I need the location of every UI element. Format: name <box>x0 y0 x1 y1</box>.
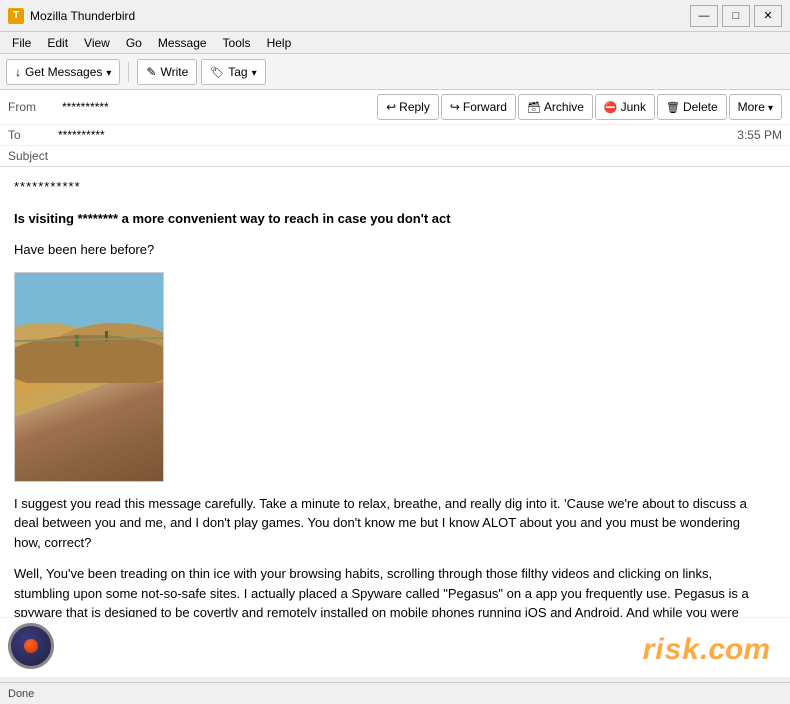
menu-message[interactable]: Message <box>150 34 215 52</box>
forward-button[interactable]: Forward <box>441 94 516 120</box>
email-body: *********** Is visiting ******** a more … <box>14 177 754 617</box>
email-para2: Well, You've been treading on thin ice w… <box>14 564 754 617</box>
toolbar-separator-1 <box>128 62 129 82</box>
email-actions-row: From ********** Reply Forward Archive Ju… <box>0 90 790 125</box>
email-stars: *********** <box>14 177 754 197</box>
minimize-button[interactable]: — <box>690 5 718 27</box>
tag-button[interactable]: Tag <box>201 59 265 85</box>
maximize-button[interactable]: □ <box>722 5 750 27</box>
magnifier-dot <box>24 639 38 653</box>
watermark-com: com <box>708 633 770 667</box>
menu-edit[interactable]: Edit <box>39 34 76 52</box>
menu-go[interactable]: Go <box>118 34 150 52</box>
action-buttons: Reply Forward Archive Junk Delete More <box>377 94 782 120</box>
subject-row: Subject <box>0 146 790 166</box>
get-messages-button[interactable]: Get Messages <box>6 59 120 85</box>
email-header: From ********** Reply Forward Archive Ju… <box>0 90 790 167</box>
junk-icon <box>604 100 618 114</box>
from-value: ********** <box>62 100 109 114</box>
to-value: ********** <box>58 128 737 142</box>
watermark-container: risk . com <box>643 633 770 667</box>
menu-view[interactable]: View <box>76 34 118 52</box>
menu-help[interactable]: Help <box>259 34 300 52</box>
title-bar: T Mozilla Thunderbird — □ ✕ <box>0 0 790 32</box>
reply-icon <box>386 100 396 114</box>
to-field-row: To ********** 3:55 PM <box>0 125 790 146</box>
tag-icon <box>210 65 224 79</box>
write-button[interactable]: Write <box>137 59 197 85</box>
close-button[interactable]: ✕ <box>754 5 782 27</box>
more-button[interactable]: More <box>729 94 782 120</box>
junk-button[interactable]: Junk <box>595 94 655 120</box>
email-body-container[interactable]: *********** Is visiting ******** a more … <box>0 167 790 617</box>
to-label: To <box>8 128 58 142</box>
tag-dropdown-icon <box>252 65 257 79</box>
menu-file[interactable]: File <box>4 34 39 52</box>
toolbar: Get Messages Write Tag <box>0 54 790 90</box>
reply-button[interactable]: Reply <box>377 94 439 120</box>
get-messages-dropdown-icon <box>106 65 111 79</box>
get-messages-icon <box>15 65 21 79</box>
magnifier-circle <box>8 623 54 669</box>
menu-tools[interactable]: Tools <box>215 34 259 52</box>
watermark-risk: risk <box>643 633 700 667</box>
delete-button[interactable]: Delete <box>657 94 727 120</box>
email-line1: Have been here before? <box>14 240 754 260</box>
subject-label: Subject <box>8 149 48 163</box>
write-icon <box>146 65 156 79</box>
watermark-area: risk . com <box>0 617 790 677</box>
watermark-dot-text: . <box>700 633 708 667</box>
landscape-svg <box>15 273 164 383</box>
status-bar: Done <box>0 682 790 704</box>
menu-bar: File Edit View Go Message Tools Help <box>0 32 790 54</box>
title-bar-title: Mozilla Thunderbird <box>30 9 690 23</box>
from-label: From <box>8 100 58 114</box>
archive-icon <box>527 100 541 114</box>
more-dropdown-icon <box>768 100 773 114</box>
status-text: Done <box>8 688 34 700</box>
forward-icon <box>450 100 460 114</box>
email-time: 3:55 PM <box>737 128 782 142</box>
email-para1: I suggest you read this message carefull… <box>14 494 754 553</box>
email-subject-line: Is visiting ******** a more convenient w… <box>14 209 754 229</box>
delete-icon <box>666 100 680 114</box>
email-image <box>14 272 164 482</box>
app-icon: T <box>8 8 24 24</box>
window-controls: — □ ✕ <box>690 5 782 27</box>
archive-button[interactable]: Archive <box>518 94 593 120</box>
